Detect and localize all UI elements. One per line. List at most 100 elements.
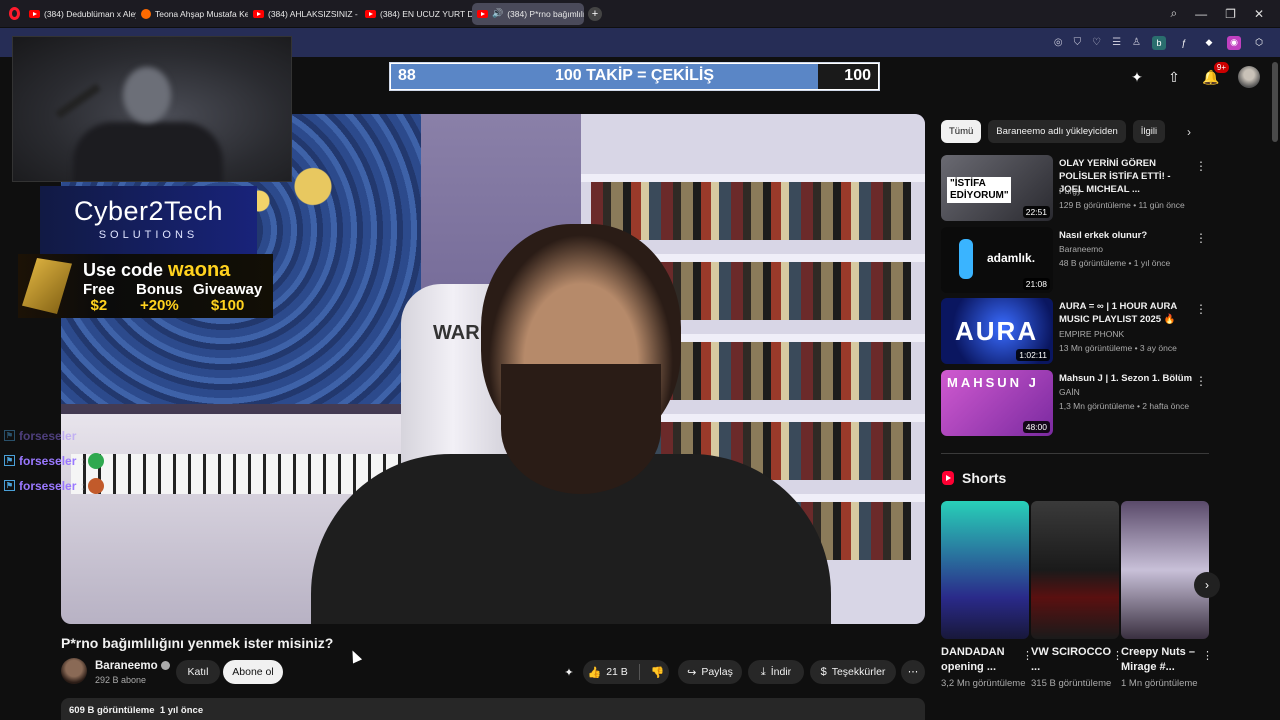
video-thumbnail[interactable]: MAHSUN J 48:00	[941, 370, 1053, 436]
restore-icon[interactable]: ❐	[1225, 7, 1236, 21]
close-icon[interactable]: ✕	[1254, 7, 1264, 21]
recommendation-item[interactable]: AURA 1:02:11 AURA = ∞ | 1 HOUR AURA MUSI…	[941, 298, 1211, 364]
puzzle-icon[interactable]: ✦	[1127, 67, 1147, 87]
rec-title: AURA = ∞ | 1 HOUR AURA MUSIC PLAYLIST 20…	[1059, 301, 1177, 325]
emote-icon	[88, 477, 105, 494]
more-vert-icon[interactable]: ⋮	[1195, 231, 1207, 245]
short-thumbnail[interactable]	[1031, 501, 1119, 639]
subscriber-count: 292 B abone	[95, 675, 147, 685]
menu-icon[interactable]: ☰	[1112, 37, 1121, 48]
tab-title: (384) P*rno bağımlılığ	[507, 8, 584, 19]
mouse-cursor	[347, 648, 363, 664]
chip-from-uploader[interactable]: Baraneemo adlı yükleyiciden	[988, 120, 1126, 143]
thumbs-up-icon[interactable]: 👍	[587, 666, 601, 679]
chip-related[interactable]: İlgili	[1132, 120, 1166, 143]
filter-chips: Tümü Baraneemo adlı yükleyiciden İlgili	[941, 120, 1166, 143]
like-dislike-button[interactable]: 👍 21 B 👎	[583, 660, 669, 684]
tab-5-active[interactable]: 🔊 (384) P*rno bağımlılığ	[472, 2, 584, 25]
window-controls: ⌕ — ❐ ✕	[1170, 0, 1280, 27]
video-thumbnail[interactable]: AURA 1:02:11	[941, 298, 1053, 364]
more-vert-icon[interactable]: ⋮	[1195, 302, 1207, 316]
rec-channel: GAİN	[1059, 387, 1080, 397]
more-actions-button[interactable]: ⋯	[901, 660, 925, 684]
chevron-right-icon[interactable]: ›	[1187, 125, 1191, 139]
chip-all[interactable]: Tümü	[941, 120, 982, 143]
piano-keys	[71, 454, 401, 494]
follower-goal-banner: 88 100 TAKİP = ÇEKİLİŞ 100	[389, 62, 880, 91]
short-item[interactable]: DANDADAN opening ... 3,2 Mn görüntüleme …	[941, 501, 1033, 690]
like-count: 21 B	[606, 666, 628, 678]
webcam-overlay	[12, 36, 292, 182]
rec-channel: Baraneemo	[1059, 244, 1103, 254]
short-title: DANDADAN opening ...	[941, 646, 1005, 673]
goal-max: 100	[844, 67, 871, 84]
chevron-right-icon[interactable]: ›	[1194, 572, 1220, 598]
channel-avatar[interactable]	[61, 658, 87, 684]
heart-icon[interactable]: ♡	[1092, 37, 1101, 48]
recommendation-item[interactable]: "İSTİFA EDİYORUM" 22:51 OLAY YERİNİ GÖRE…	[941, 155, 1211, 221]
chat-message: ⚑ forseseler:	[4, 473, 105, 498]
join-button[interactable]: Katıl	[176, 660, 220, 684]
subscribe-button[interactable]: Abone ol	[223, 660, 283, 684]
extension-icon[interactable]: b	[1152, 35, 1166, 50]
scrollbar[interactable]	[1272, 62, 1278, 142]
speaker-icon[interactable]: 🔊	[492, 8, 503, 19]
opera-logo-icon[interactable]	[4, 4, 24, 24]
view-count: 609 B görüntüleme	[69, 705, 155, 716]
more-vert-icon[interactable]: ⋮	[1195, 374, 1207, 388]
extension-pink-icon[interactable]: ◉	[1227, 35, 1241, 50]
puzzle-icon[interactable]: ✦	[558, 660, 580, 684]
tab-3[interactable]: (384) AHLAKSIZSINIZ - Lu	[248, 3, 360, 25]
profile-icon[interactable]: ♙	[1132, 37, 1141, 48]
short-thumbnail[interactable]	[1121, 501, 1209, 639]
tab-title: (384) AHLAKSIZSINIZ - Lu	[268, 8, 360, 19]
tab-4[interactable]: (384) EN UCUZ YURT DIŞI	[360, 3, 472, 25]
tab-title: (384) Dedublüman x Aley	[44, 8, 136, 19]
account-avatar[interactable]	[1238, 66, 1260, 88]
more-vert-icon[interactable]: ⋮	[1202, 649, 1213, 662]
promo-code: waona	[168, 259, 231, 281]
extension-box-icon[interactable]: ⬡	[1252, 36, 1266, 50]
search-icon[interactable]: ⌕	[1170, 6, 1177, 21]
streamer-head	[123, 67, 171, 123]
tab-2[interactable]: Teona Ahşap Mustafa Ken	[136, 3, 248, 25]
video-thumbnail[interactable]: "İSTİFA EDİYORUM" 22:51	[941, 155, 1053, 221]
rec-channel: EMPIRE PHONK	[1059, 329, 1125, 339]
person-beard	[501, 364, 661, 494]
minimize-icon[interactable]: —	[1195, 7, 1207, 21]
promo-col: Free $2	[83, 281, 115, 314]
rec-title: Nasıl erkek olunur?	[1059, 230, 1148, 241]
bell-icon[interactable]: 🔔 9+	[1201, 62, 1229, 87]
sponsor-banner: Cyber2Tech SOLUTIONS	[40, 186, 257, 254]
channel-name[interactable]: Baraneemo	[95, 660, 170, 672]
upload-icon[interactable]: ⇧	[1164, 67, 1184, 87]
extension-diamond-icon[interactable]: ◆	[1202, 36, 1216, 50]
download-icon: ⤓	[760, 665, 766, 678]
short-item[interactable]: Creepy Nuts – Mirage #... 1 Mn görüntüle…	[1121, 501, 1213, 690]
camera-icon[interactable]: ◎	[1054, 37, 1063, 48]
new-tab-button[interactable]: +	[588, 6, 602, 21]
short-thumbnail[interactable]	[941, 501, 1029, 639]
tab-title: Teona Ahşap Mustafa Ken	[155, 8, 248, 19]
promo-line: Use code waona	[83, 259, 231, 281]
youtube-favicon-icon	[477, 9, 488, 18]
thumbs-down-icon[interactable]: 👎	[651, 666, 665, 679]
more-vert-icon[interactable]: ⋮	[1195, 159, 1207, 173]
video-thumbnail[interactable]: adamlık. 21:08	[941, 227, 1053, 293]
extension-f-icon[interactable]: ƒ	[1177, 36, 1191, 50]
chat-message: ⚑ forseseler	[4, 428, 77, 443]
shorts-icon	[942, 471, 954, 485]
download-button[interactable]: ⤓ İndir	[748, 660, 804, 684]
shield-icon[interactable]: ⛉	[1074, 37, 1082, 48]
notification-badge: 9+	[1213, 62, 1229, 73]
rec-channel: Purgy	[1059, 186, 1082, 196]
shorts-header: Shorts	[942, 470, 1006, 486]
description-box[interactable]: 609 B görüntüleme 1 yıl önce	[61, 698, 925, 720]
thanks-button[interactable]: $ Teşekkürler	[810, 660, 896, 684]
recommendation-item[interactable]: adamlık. 21:08 Nasıl erkek olunur? Baran…	[941, 227, 1211, 293]
share-button[interactable]: ↪ Paylaş	[678, 660, 742, 684]
short-item[interactable]: VW SCIROCCO ... 315 B görüntüleme ⋮	[1031, 501, 1123, 690]
tab-1[interactable]: (384) Dedublüman x Aley	[24, 3, 136, 25]
chat-overlay: ⚑ forseseler ⚑ forseseler: ⚑ forseseler:	[4, 423, 105, 498]
recommendation-item[interactable]: MAHSUN J 48:00 Mahsun J | 1. Sezon 1. Bö…	[941, 370, 1211, 436]
